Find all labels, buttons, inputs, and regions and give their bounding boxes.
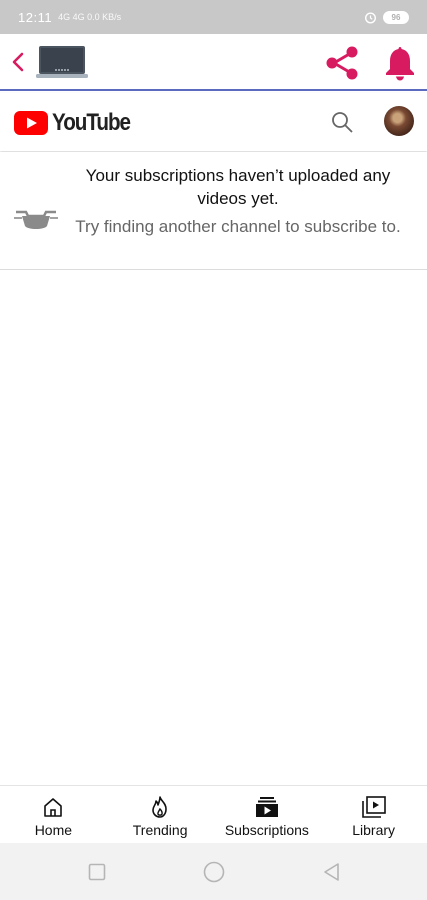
search-button[interactable]	[328, 108, 356, 136]
subscriptions-icon	[255, 797, 278, 817]
status-left: 12:11 4G 4G 0.0 KB/s	[18, 10, 121, 25]
nav-library-label: Library	[352, 822, 396, 838]
circle-icon	[203, 861, 225, 883]
system-navigation-bar	[0, 843, 427, 900]
share-icon	[326, 46, 358, 80]
status-right: 96	[364, 10, 409, 24]
library-icon	[361, 796, 386, 818]
nav-subscriptions[interactable]: Subscriptions	[214, 786, 321, 843]
nav-library[interactable]: Library	[320, 786, 427, 843]
trending-flame-icon	[152, 796, 167, 818]
battery-indicator: 96	[383, 10, 409, 24]
youtube-play-logo-icon	[14, 111, 48, 135]
youtube-logo-text: YouTube	[52, 109, 131, 136]
nav-home-label: Home	[34, 822, 73, 838]
alarm-icon	[364, 11, 377, 24]
youtube-logo[interactable]: YouTube	[14, 109, 143, 137]
triangle-back-icon	[324, 863, 339, 881]
notifications-button[interactable]	[378, 42, 422, 84]
app-header	[0, 34, 427, 91]
back-system-button[interactable]	[319, 860, 343, 884]
empty-subscriptions-card: Your subscriptions haven’t uploaded any …	[0, 152, 427, 270]
back-button[interactable]	[6, 46, 30, 78]
square-icon	[88, 863, 106, 881]
bottom-navigation: Home Trending Subscriptions Library	[0, 785, 427, 843]
nav-subscriptions-label: Subscriptions	[224, 822, 309, 838]
nav-trending[interactable]: Trending	[107, 786, 214, 843]
empty-state-subtitle: Try finding another channel to subscribe…	[75, 217, 401, 236]
share-button[interactable]	[320, 42, 364, 84]
account-avatar[interactable]	[384, 106, 414, 136]
laptop-icon	[36, 46, 88, 78]
home-icon	[44, 798, 63, 817]
chevron-left-icon	[12, 52, 24, 72]
subscriptions-empty-icon	[14, 210, 58, 229]
youtube-top-bar: YouTube	[0, 93, 427, 151]
recents-button[interactable]	[85, 860, 109, 884]
network-indicators: 4G 4G 0.0 KB/s	[58, 12, 122, 22]
nav-trending-label: Trending	[132, 822, 188, 838]
bell-icon	[386, 47, 414, 81]
search-icon	[332, 112, 353, 133]
nav-home[interactable]: Home	[0, 786, 107, 843]
status-bar: 12:11 4G 4G 0.0 KB/s 96	[0, 0, 427, 34]
empty-state-title: Your subscriptions haven’t uploaded any …	[85, 166, 391, 208]
home-system-button[interactable]	[202, 860, 226, 884]
status-time: 12:11	[18, 9, 53, 25]
